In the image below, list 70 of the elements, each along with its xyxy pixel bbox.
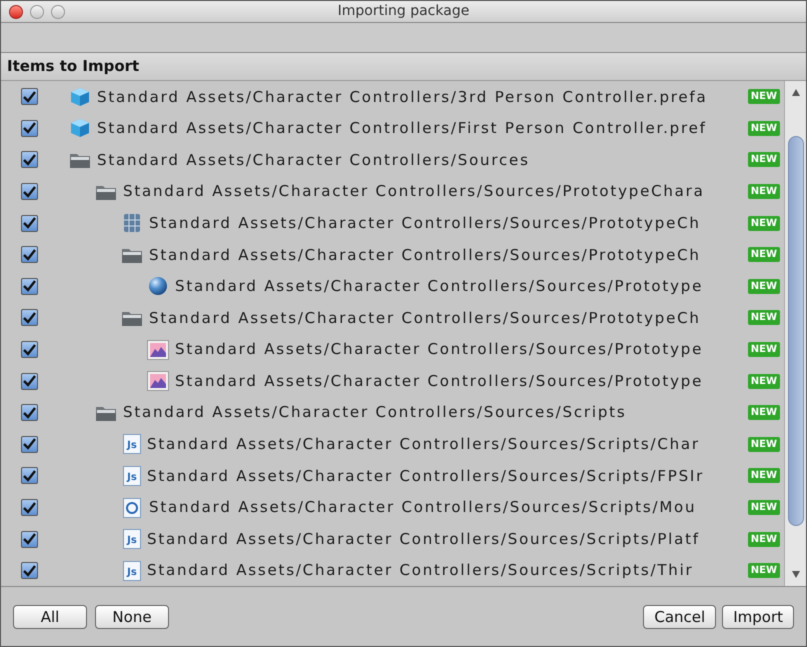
new-badge: NEW — [748, 532, 780, 547]
new-badge: NEW — [748, 563, 780, 578]
file-path: Standard Assets/Character Controllers/Sources/Scripts — [123, 402, 626, 424]
script-icon: Js — [123, 434, 141, 454]
checkbox[interactable] — [21, 530, 38, 548]
new-badge: NEW — [748, 310, 780, 326]
sphere-icon — [147, 276, 169, 296]
file-path: Standard Assets/Character Controllers/Sources/Scripts/Thir — [147, 560, 694, 582]
new-badge: NEW — [748, 436, 780, 452]
checkbox[interactable] — [21, 436, 38, 453]
file-path: Standard Assets/Character Controllers/Sources/Prototype — [175, 276, 704, 298]
checkbox[interactable] — [21, 309, 38, 326]
file-path: Standard Assets/Character Controllers/Sources/PrototypeCh — [149, 212, 701, 234]
dialog-button[interactable]: Import — [722, 604, 794, 628]
cube-icon — [69, 118, 91, 138]
scroll-down-icon[interactable] — [792, 571, 800, 578]
scrollbar[interactable] — [784, 81, 806, 586]
checkbox[interactable] — [21, 372, 38, 390]
new-badge: NEW — [748, 500, 780, 516]
checkbox[interactable] — [21, 467, 38, 484]
checkbox[interactable] — [21, 88, 38, 106]
file-path: Standard Assets/Character Controllers/Sources/PrototypeCh — [149, 308, 701, 329]
file-path: Standard Assets/Character Controllers/Sources/Scripts/Char — [147, 434, 700, 456]
checkbox[interactable] — [21, 183, 38, 200]
file-path: Standard Assets/Character Controllers/3rd Person Controller.prefa — [97, 86, 708, 108]
cube-icon — [69, 86, 91, 107]
checkbox[interactable] — [21, 120, 38, 137]
new-badge: NEW — [748, 152, 780, 168]
new-badge: NEW — [748, 120, 780, 136]
new-badge: NEW — [748, 247, 780, 262]
new-badge: NEW — [748, 468, 780, 484]
checkbox[interactable] — [21, 151, 38, 168]
dialog-button[interactable]: None — [95, 604, 169, 628]
new-badge: NEW — [748, 89, 780, 104]
new-badge: NEW — [748, 374, 780, 389]
window-title: Importing package — [338, 2, 470, 21]
image-icon — [147, 371, 169, 392]
new-badge: NEW — [748, 342, 780, 358]
new-badge: NEW — [748, 278, 780, 294]
new-badge: NEW — [748, 184, 780, 200]
script-icon: Js — [123, 466, 141, 486]
new-badge: NEW — [748, 405, 780, 420]
script-icon: Js — [123, 529, 141, 550]
scroll-up-icon[interactable] — [792, 89, 800, 96]
new-badge: NEW — [748, 216, 780, 231]
checkbox[interactable] — [21, 246, 38, 264]
checkbox[interactable] — [21, 214, 38, 232]
section-header: Items to Import — [7, 56, 140, 78]
checkbox[interactable] — [21, 499, 38, 516]
image-icon — [147, 340, 169, 360]
file-path: Standard Assets/Character Controllers/Sources/Prototype — [175, 370, 704, 392]
file-path: Standard Assets/Character Controllers/Sources/Prototype — [175, 339, 704, 360]
file-path: Standard Assets/Character Controllers/Sources/PrototypeCh — [149, 244, 701, 266]
grid-icon — [121, 213, 143, 234]
script-icon — [121, 498, 143, 518]
file-path: Standard Assets/Character Controllers/Sources/PrototypeChara — [123, 181, 705, 202]
checkbox[interactable] — [21, 562, 38, 580]
checkbox[interactable] — [21, 404, 38, 422]
file-path: Standard Assets/Character Controllers/Sources/Scripts/Platf — [147, 528, 700, 550]
dialog-button[interactable]: All — [13, 604, 87, 628]
file-path: Standard Assets/Character Controllers/Sources/Scripts/Mou — [149, 497, 696, 518]
file-path: Standard Assets/Character Controllers/Sources/Scripts/FPSIr — [147, 466, 704, 487]
checkbox[interactable] — [21, 278, 38, 295]
script-icon: Js — [123, 560, 141, 581]
checkbox[interactable] — [21, 341, 38, 358]
file-path: Standard Assets/Character Controllers/Sources — [97, 150, 530, 171]
file-path: Standard Assets/Character Controllers/First Person Controller.pref — [97, 118, 707, 140]
scroll-thumb[interactable] — [788, 136, 804, 526]
dialog-button[interactable]: Cancel — [643, 604, 716, 628]
close-button[interactable] — [9, 5, 23, 19]
